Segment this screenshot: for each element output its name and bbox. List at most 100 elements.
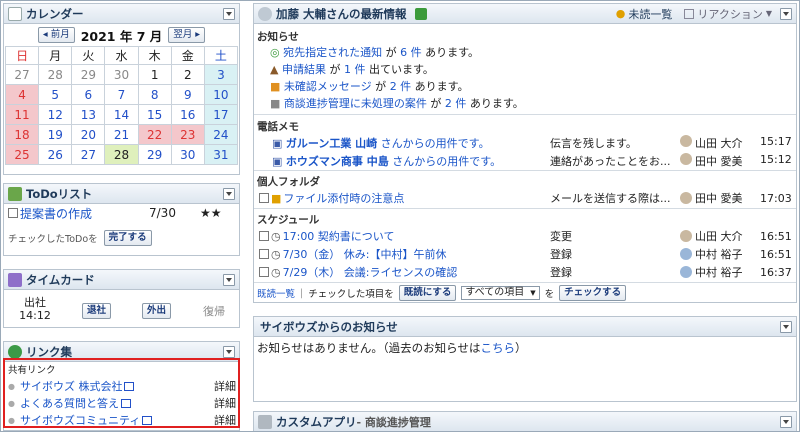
notice-row: ▲ 申請結果 が 1 件 出ています。 [270,61,434,77]
memo-company[interactable]: ガルーン工業 山崎 [286,137,377,150]
calendar-day[interactable]: 1 [137,64,172,85]
schedule-link[interactable]: 7/29（木） 会議:ライセンスの確認 [283,264,458,280]
calendar-day[interactable]: 21 [104,124,139,145]
memo-user[interactable]: 山田 大介 [695,135,743,151]
calendar-day[interactable]: 4 [4,84,40,105]
notice-link[interactable]: 宛先指定された通知 [283,46,382,59]
custom-app-menu-button[interactable] [780,415,792,428]
link-detail[interactable]: 詳細 [214,395,236,411]
timecard-menu-button[interactable] [223,273,235,286]
calendar-day[interactable]: 2 [170,64,205,85]
schedule-checkbox[interactable] [259,231,269,241]
clock-out-button[interactable]: 退社 [82,303,112,319]
cybozu-notice-text: お知らせはありません。（過去のお知らせは [257,341,481,355]
memo-company[interactable]: ホウズマン商事 中島 [286,155,389,168]
calendar-day[interactable]: 8 [137,84,172,105]
go-out-button[interactable]: 外出 [142,303,172,319]
schedule-action: 変更 [550,230,572,243]
mark-read-button[interactable]: 既読にする [398,285,457,301]
memo-user[interactable]: 田中 愛美 [695,153,743,169]
notice-count[interactable]: 6 件 [400,46,422,59]
calendar-day[interactable]: 15 [137,104,172,125]
prev-month-button[interactable]: ◂ 前月 [37,27,75,43]
link-saibozu[interactable]: サイボウズ 株式会社 [20,378,123,394]
avatar [680,230,692,242]
calendar-day[interactable]: 6 [71,84,106,105]
link-faq[interactable]: よくある質問と答え [20,395,119,411]
unread-list-label: 未読一覧 [628,7,673,21]
notice-count[interactable]: 1 件 [344,63,366,76]
calendar-day[interactable]: 29 [71,64,106,85]
calendar-day[interactable]: 20 [71,124,106,145]
calendar-day[interactable]: 18 [4,124,40,145]
calendar-day[interactable]: 29 [137,144,172,165]
item-filter-select[interactable]: すべての項目 ▼ [461,286,540,300]
calendar-day[interactable]: 30 [104,64,139,85]
todo-menu-button[interactable] [223,187,235,200]
todo-checkbox[interactable] [8,208,18,218]
notice-link[interactable]: 商談進捗管理に未処理の案件 [284,97,427,110]
read-list-link[interactable]: 既読一覧 [257,286,295,300]
calendar-day[interactable]: 3 [203,64,239,85]
external-link-icon[interactable] [142,415,153,425]
memo-text[interactable]: さんからの用件です。 [377,137,490,150]
calendar-day[interactable]: 14 [104,104,139,125]
latest-info-menu-button[interactable] [780,7,792,20]
links-menu-button[interactable] [223,345,235,358]
calendar-day[interactable]: 7 [104,84,139,105]
notice-count[interactable]: 2 件 [445,97,467,110]
folder-checkbox[interactable] [259,193,269,203]
calendar-day[interactable]: 27 [4,64,40,85]
calendar-day[interactable]: 9 [170,84,205,105]
next-month-button[interactable]: 翌月 ▸ [168,27,206,43]
notice-link[interactable]: 申請結果 [282,63,326,76]
calendar-day[interactable]: 13 [71,104,106,125]
check-button[interactable]: チェックする [559,285,627,301]
schedule-user[interactable]: 山田 大介 [695,228,743,244]
calendar-day[interactable]: 31 [203,144,239,165]
memo-text[interactable]: さんからの用件です。 [389,155,501,168]
calendar-day[interactable]: 17 [203,104,239,125]
schedule-checkbox[interactable] [259,249,269,259]
folder-user[interactable]: 田中 愛美 [695,190,743,206]
schedule-link[interactable]: 17:00 契約書について [283,228,395,244]
notice-link[interactable]: 未確認メッセージ [284,80,372,93]
todo-item-link[interactable]: 提案書の作成 [20,205,92,222]
calendar-day[interactable]: 11 [4,104,40,125]
calendar-day[interactable]: 26 [38,144,73,165]
calendar-day[interactable]: 25 [4,144,40,165]
calendar-day[interactable]: 12 [38,104,73,125]
external-link-icon[interactable] [124,381,135,391]
calendar-day-today[interactable]: 28 [104,144,139,165]
shared-links-highlight: 共有リンク ● サイボウズ 株式会社 詳細 ● よくある質問と答え 詳細 ● サ… [3,358,240,428]
refresh-icon[interactable] [414,7,427,20]
calendar-day[interactable]: 16 [170,104,205,125]
calendar-day[interactable]: 22 [137,124,172,145]
calendar-day[interactable]: 10 [203,84,239,105]
schedule-checkbox[interactable] [259,267,269,277]
notification-icon: ◎ [270,46,280,59]
calendar-day[interactable]: 5 [38,84,73,105]
link-icon [8,344,22,359]
calendar-day[interactable]: 27 [71,144,106,165]
calendar-day[interactable]: 19 [38,124,73,145]
schedule-link[interactable]: 7/30（金） 休み:【中村】午前休 [283,246,447,262]
calendar-day[interactable]: 24 [203,124,239,145]
schedule-user[interactable]: 中村 裕子 [695,246,743,262]
reaction-button[interactable]: リアクション ▼ [684,6,772,22]
calendar-menu-button[interactable] [223,7,235,20]
link-detail[interactable]: 詳細 [214,378,236,394]
link-community[interactable]: サイボウズコミュニティ [20,412,140,428]
calendar-day[interactable]: 23 [170,124,205,145]
notice-count[interactable]: 2 件 [390,80,412,93]
todo-complete-button[interactable]: 完了する [103,230,152,246]
external-link-icon[interactable] [120,398,131,408]
calendar-day[interactable]: 28 [38,64,73,85]
past-notices-link[interactable]: こちら [480,341,515,355]
cybozu-notice-menu-button[interactable] [780,320,792,333]
unread-list-button[interactable]: ● 未読一覧 [616,6,673,22]
folder-link[interactable]: ファイル添付時の注意点 [283,190,404,206]
calendar-day[interactable]: 30 [170,144,205,165]
link-detail[interactable]: 詳細 [214,412,236,428]
schedule-user[interactable]: 中村 裕子 [695,264,743,280]
